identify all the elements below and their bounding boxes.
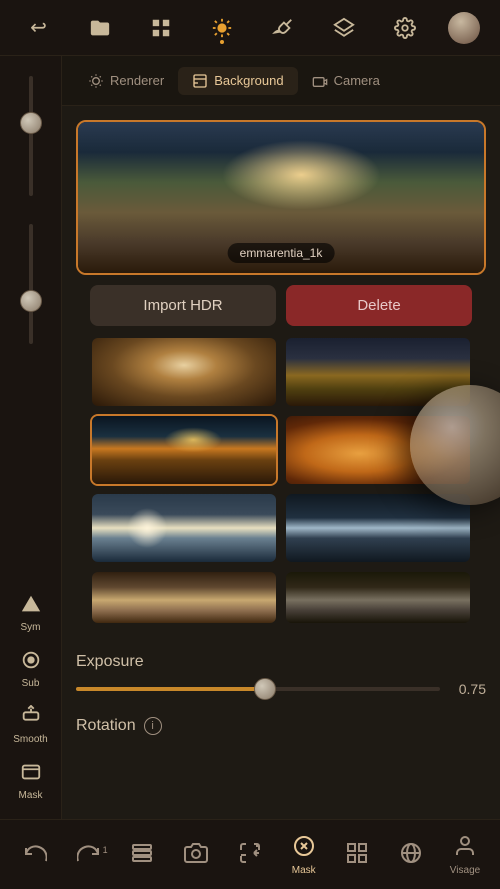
tab-background-label: Background bbox=[214, 73, 283, 88]
mask-icon bbox=[20, 761, 42, 787]
sub-icon bbox=[20, 649, 42, 675]
hdr-buttons-row: Import HDR Delete bbox=[90, 285, 472, 326]
hdr-thumb-7-image bbox=[92, 572, 276, 623]
hdr-selected-label: emmarentia_1k bbox=[228, 243, 335, 263]
hdr-thumb-2[interactable] bbox=[284, 336, 472, 408]
mask-bottom-icon bbox=[292, 834, 316, 862]
grid-icon[interactable] bbox=[143, 10, 179, 46]
sub-label: Sub bbox=[22, 678, 40, 689]
exposure-slider-fill bbox=[76, 687, 265, 691]
mask-button[interactable]: Mask bbox=[6, 756, 56, 806]
rotation-section: Rotation i bbox=[62, 705, 500, 747]
sphere-bottom-icon bbox=[399, 841, 423, 869]
slider-2-thumb[interactable] bbox=[20, 290, 42, 312]
exposure-slider-thumb[interactable] bbox=[254, 678, 276, 700]
tab-camera[interactable]: Camera bbox=[298, 67, 394, 95]
delete-hdr-button[interactable]: Delete bbox=[286, 285, 472, 326]
redo-button[interactable]: 1 bbox=[64, 841, 114, 869]
smooth-icon bbox=[20, 705, 42, 731]
slider-1-thumb[interactable] bbox=[20, 112, 42, 134]
left-sidebar: Sym Sub Smooth Mask bbox=[0, 56, 62, 819]
tab-bar: Renderer Background Camera bbox=[62, 56, 500, 106]
layers-icon[interactable] bbox=[326, 10, 362, 46]
brush-icon[interactable] bbox=[265, 10, 301, 46]
settings-icon[interactable] bbox=[387, 10, 423, 46]
camera-bottom-button[interactable] bbox=[171, 841, 221, 869]
hdr-thumb-8[interactable] bbox=[284, 570, 472, 625]
hdr-thumb-5-image bbox=[92, 494, 276, 562]
hdr-thumb-6[interactable] bbox=[284, 492, 472, 564]
undo-icon bbox=[23, 841, 47, 869]
flip-button[interactable] bbox=[225, 841, 275, 869]
rotation-label: Rotation bbox=[76, 717, 136, 735]
tab-renderer[interactable]: Renderer bbox=[74, 67, 178, 95]
hdr-thumbnail-grid bbox=[90, 336, 472, 625]
hdr-thumb-1[interactable] bbox=[90, 336, 278, 408]
layers-bottom-button[interactable] bbox=[117, 841, 167, 869]
camera-bottom-icon bbox=[184, 841, 208, 869]
mask-label: Mask bbox=[19, 790, 43, 801]
hdr-thumb-7[interactable] bbox=[90, 570, 278, 625]
bottom-toolbar: 1 Mask Visage bbox=[0, 819, 500, 889]
hdr-section: emmarentia_1k Import HDR Delete bbox=[62, 106, 500, 641]
sphere-bottom-button[interactable] bbox=[386, 841, 436, 869]
hdr-thumb-4-image bbox=[286, 416, 470, 484]
user-avatar-icon[interactable] bbox=[448, 12, 480, 44]
sub-button[interactable]: Sub bbox=[6, 644, 56, 694]
smooth-button[interactable]: Smooth bbox=[6, 700, 56, 750]
folder-icon[interactable] bbox=[82, 10, 118, 46]
exposure-section: Exposure 0.75 bbox=[62, 641, 500, 705]
exposure-value: 0.75 bbox=[450, 681, 486, 697]
grid-bottom-button[interactable] bbox=[332, 841, 382, 869]
undo-button[interactable] bbox=[10, 841, 60, 869]
exposure-slider-row: 0.75 bbox=[76, 681, 486, 697]
back-arrow-icon[interactable]: ↩ bbox=[21, 10, 57, 46]
visage-label: Visage bbox=[450, 865, 480, 876]
hdr-thumb-3-image bbox=[92, 416, 276, 484]
sym-button[interactable]: Sym bbox=[6, 588, 56, 638]
redo-badge: 1 bbox=[103, 845, 108, 855]
hdr-thumb-3[interactable] bbox=[90, 414, 278, 486]
grid-bottom-icon bbox=[345, 841, 369, 869]
hdr-thumb-6-image bbox=[286, 494, 470, 562]
hdr-thumb-1-image bbox=[92, 338, 276, 406]
hdr-thumb-5[interactable] bbox=[90, 492, 278, 564]
tab-camera-label: Camera bbox=[334, 73, 380, 88]
visage-button[interactable]: Visage bbox=[440, 834, 490, 876]
exposure-slider-track[interactable] bbox=[76, 687, 440, 691]
mask-bottom-label: Mask bbox=[292, 865, 316, 876]
import-hdr-button[interactable]: Import HDR bbox=[90, 285, 276, 326]
redo-icon bbox=[77, 841, 101, 869]
hdr-thumb-2-image bbox=[286, 338, 470, 406]
hdr-main-preview[interactable]: emmarentia_1k bbox=[76, 120, 486, 275]
slider-1-track[interactable] bbox=[29, 76, 33, 196]
sym-label: Sym bbox=[21, 622, 41, 633]
sym-icon bbox=[20, 593, 42, 619]
rotation-info-button[interactable]: i bbox=[144, 717, 162, 735]
hdr-thumb-4[interactable] bbox=[284, 414, 472, 486]
top-toolbar: ↩ bbox=[0, 0, 500, 56]
layers-bottom-icon bbox=[130, 841, 154, 869]
smooth-label: Smooth bbox=[13, 734, 47, 745]
slider-2-track[interactable] bbox=[29, 224, 33, 344]
main-content: Renderer Background Camera emmarentia_1k… bbox=[62, 56, 500, 819]
visage-icon bbox=[453, 834, 477, 862]
sun-icon[interactable] bbox=[204, 10, 240, 46]
flip-icon bbox=[238, 841, 262, 869]
mask-bottom-button[interactable]: Mask bbox=[279, 834, 329, 876]
hdr-thumb-8-image bbox=[286, 572, 470, 623]
tab-renderer-label: Renderer bbox=[110, 73, 164, 88]
tab-background[interactable]: Background bbox=[178, 67, 297, 95]
exposure-label: Exposure bbox=[76, 653, 486, 671]
